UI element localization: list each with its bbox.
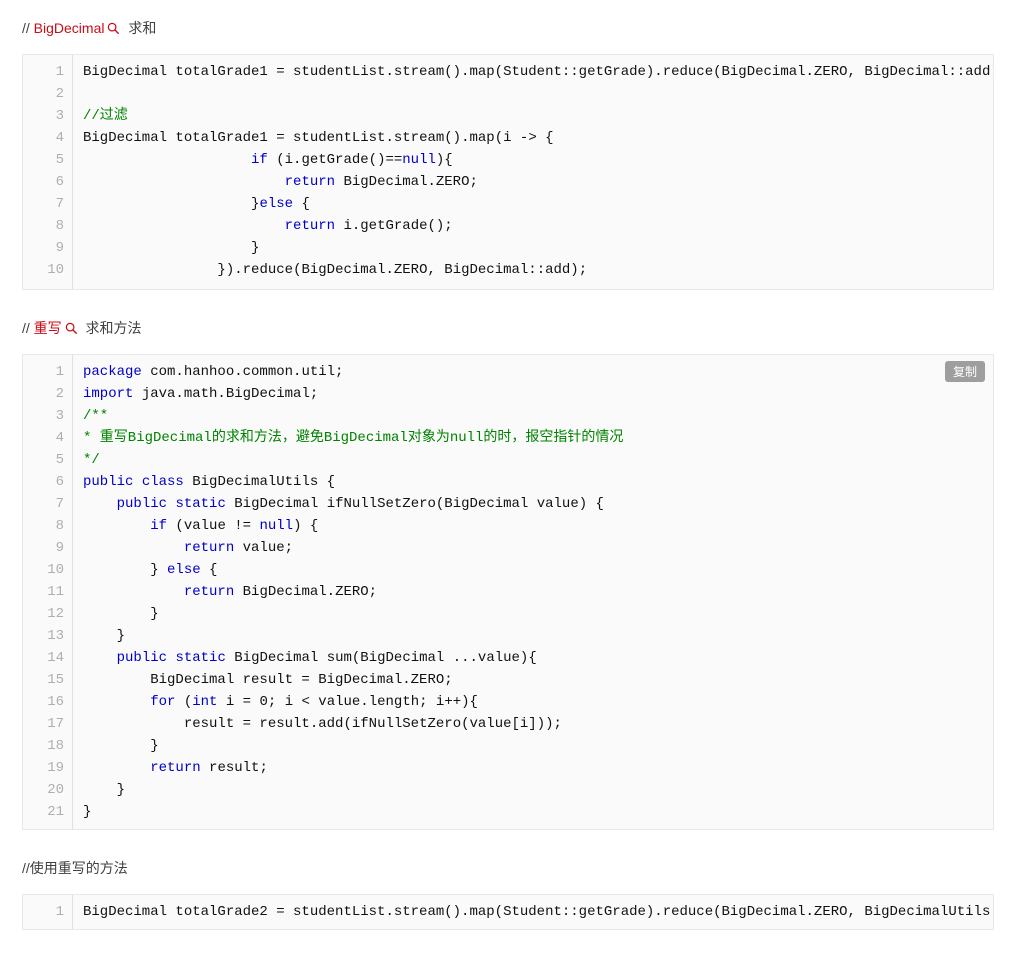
keyword-link-bigdecimal[interactable]: BigDecimal [34, 20, 105, 36]
line-gutter: 123456789101112131415161718192021 [23, 355, 73, 829]
code-content: BigDecimal totalGrade1 = studentList.str… [83, 61, 983, 281]
line-gutter: 1 [23, 895, 73, 929]
code-content: BigDecimal totalGrade2 = studentList.str… [83, 901, 983, 923]
heading-tail: 求和 [124, 20, 156, 36]
heading-tail: 求和方法 [82, 320, 142, 336]
code-block-3: 1 BigDecimal totalGrade2 = studentList.s… [22, 894, 994, 930]
code-area[interactable]: package com.hanhoo.common.util; import j… [73, 355, 993, 829]
search-icon[interactable] [64, 321, 78, 335]
code-content: package com.hanhoo.common.util; import j… [83, 361, 983, 823]
code-area[interactable]: BigDecimal totalGrade1 = studentList.str… [73, 55, 993, 289]
code-block-2: 复制 123456789101112131415161718192021 pac… [22, 354, 994, 830]
comment-prefix: // [22, 320, 34, 336]
copy-button[interactable]: 复制 [945, 361, 985, 382]
comment-prefix: // [22, 20, 34, 36]
code-area[interactable]: BigDecimal totalGrade2 = studentList.str… [73, 895, 993, 929]
section-heading-3: //使用重写的方法 [22, 858, 994, 878]
search-icon[interactable] [106, 21, 120, 35]
code-block-1: 12345678910 BigDecimal totalGrade1 = stu… [22, 54, 994, 290]
keyword-link-rewrite[interactable]: 重写 [34, 320, 62, 336]
heading-text: //使用重写的方法 [22, 860, 128, 876]
line-gutter: 12345678910 [23, 55, 73, 289]
section-heading-2: // 重写 求和方法 [22, 318, 994, 338]
section-heading-1: // BigDecimal 求和 [22, 18, 994, 38]
